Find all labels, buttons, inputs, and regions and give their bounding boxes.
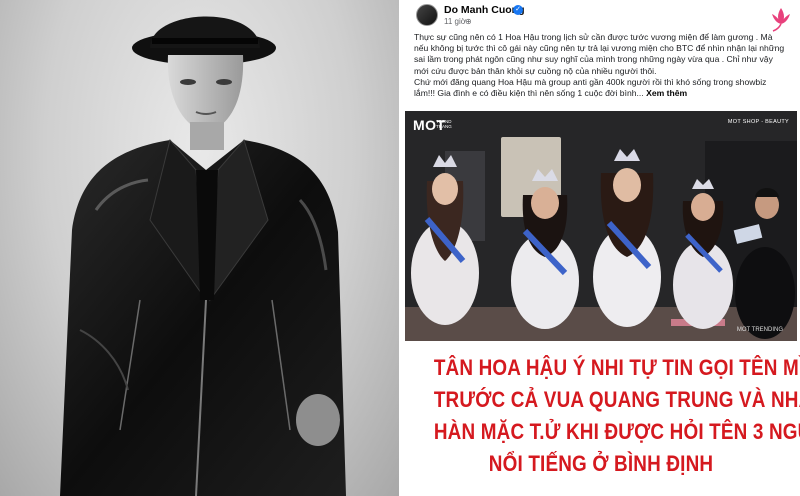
caption-line: TRƯỚC CẢ VUA QUANG TRUNG VÀ NHÀ THƠ: [433, 387, 800, 412]
headline-caption: TÂN HOA HẬU Ý NHI TỰ TIN GỌI TÊN MÌNH TR…: [433, 352, 800, 480]
caption-line: NỔI TIẾNG Ở BÌNH ĐỊNH: [488, 451, 714, 476]
see-more-link[interactable]: Xem thêm: [646, 88, 687, 98]
portrait-photo: [0, 0, 399, 496]
author-avatar[interactable]: [416, 4, 438, 26]
video-tag: MOT SHOP - BEAUTY: [727, 119, 789, 125]
caption-line: HÀN MẶC T.Ử KHI ĐƯỢC HỎI TÊN 3 NGƯỜI: [433, 419, 800, 444]
post-header: Do Manh Cuong ✓ 11 giờ ⊕: [402, 0, 800, 30]
post-time[interactable]: 11 giờ: [444, 17, 466, 26]
video-watermark: MOT TRENDING: [736, 327, 783, 333]
video-frame[interactable]: MOT TREND TRANG MOT SHOP - BEAUTY MOT TR…: [405, 111, 797, 341]
social-post: Do Manh Cuong ✓ 11 giờ ⊕ Thực sự cũng nê…: [402, 0, 800, 496]
post-paragraph: Thực sự cũng nên có 1 Hoa Hậu trong lịch…: [414, 32, 785, 76]
post-paragraph: Chứ mới đăng quang Hoa Hậu mà group anti…: [414, 77, 788, 99]
video-brand-sub: TREND TRANG: [436, 119, 452, 129]
caption-line: TÂN HOA HẬU Ý NHI TỰ TIN GỌI TÊN MÌNH: [433, 355, 800, 380]
post-paragraph-text: Chứ mới đăng quang Hoa Hậu mà group anti…: [414, 76, 767, 99]
verified-badge-icon: ✓: [513, 5, 523, 15]
video-scene: [405, 111, 797, 341]
globe-icon: ⊕: [465, 17, 472, 26]
post-body: Thực sự cũng nên có 1 Hoa Hậu trong lịch…: [414, 32, 788, 99]
pink-flower-logo: [772, 8, 790, 32]
portrait-illustration: [60, 16, 346, 496]
